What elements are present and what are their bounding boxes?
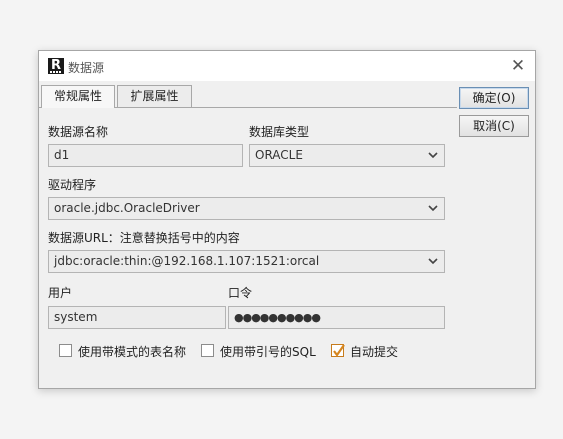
tab-extended-properties[interactable]: 扩展属性 xyxy=(117,85,192,107)
app-logo-icon: R xyxy=(48,58,64,74)
schema-table-name-label: 使用带模式的表名称 xyxy=(78,345,187,359)
user-label: 用户 xyxy=(48,286,73,300)
db-type-label: 数据库类型 xyxy=(249,125,310,139)
url-select[interactable]: jdbc:oracle:thin:@192.168.1.107:1521:orc… xyxy=(48,250,445,273)
window-title: 数据源 xyxy=(68,61,105,75)
ok-button[interactable]: 确定(O) xyxy=(459,87,529,109)
driver-value: oracle.jdbc.OracleDriver xyxy=(54,201,200,215)
datasource-dialog: R 数据源 ✕ 常规属性 扩展属性 确定(O) 取消(C) 数据源名称 d1 数… xyxy=(38,50,536,389)
db-type-select[interactable]: ORACLE xyxy=(249,144,445,167)
db-type-value: ORACLE xyxy=(255,148,303,162)
tab-general-properties[interactable]: 常规属性 xyxy=(41,85,115,108)
cancel-button[interactable]: 取消(C) xyxy=(459,115,529,137)
chevron-down-icon xyxy=(428,205,438,212)
auto-commit-label: 自动提交 xyxy=(350,345,399,359)
datasource-name-input[interactable]: d1 xyxy=(48,144,243,167)
datasource-name-label: 数据源名称 xyxy=(48,125,109,139)
schema-table-name-checkbox[interactable] xyxy=(59,344,72,357)
password-input[interactable]: ●●●●●●●●●● xyxy=(228,306,445,329)
quoted-sql-label: 使用带引号的SQL xyxy=(220,345,316,359)
checkmark-icon xyxy=(333,344,345,357)
auto-commit-checkbox[interactable] xyxy=(331,344,345,357)
user-input[interactable]: system xyxy=(48,306,226,329)
chevron-down-icon xyxy=(428,152,438,159)
quoted-sql-checkbox[interactable] xyxy=(201,344,214,357)
url-value: jdbc:oracle:thin:@192.168.1.107:1521:orc… xyxy=(54,254,320,268)
driver-label: 驱动程序 xyxy=(48,178,97,192)
password-label: 口令 xyxy=(228,286,253,300)
title-bar: R 数据源 ✕ xyxy=(39,51,535,81)
close-button[interactable]: ✕ xyxy=(509,57,527,75)
driver-select[interactable]: oracle.jdbc.OracleDriver xyxy=(48,197,445,220)
chevron-down-icon xyxy=(428,258,438,265)
general-properties-panel: 数据源名称 d1 数据库类型 ORACLE 驱动程序 oracle.jdbc.O… xyxy=(39,107,457,388)
url-label: 数据源URL：注意替换括号中的内容 xyxy=(48,231,240,245)
